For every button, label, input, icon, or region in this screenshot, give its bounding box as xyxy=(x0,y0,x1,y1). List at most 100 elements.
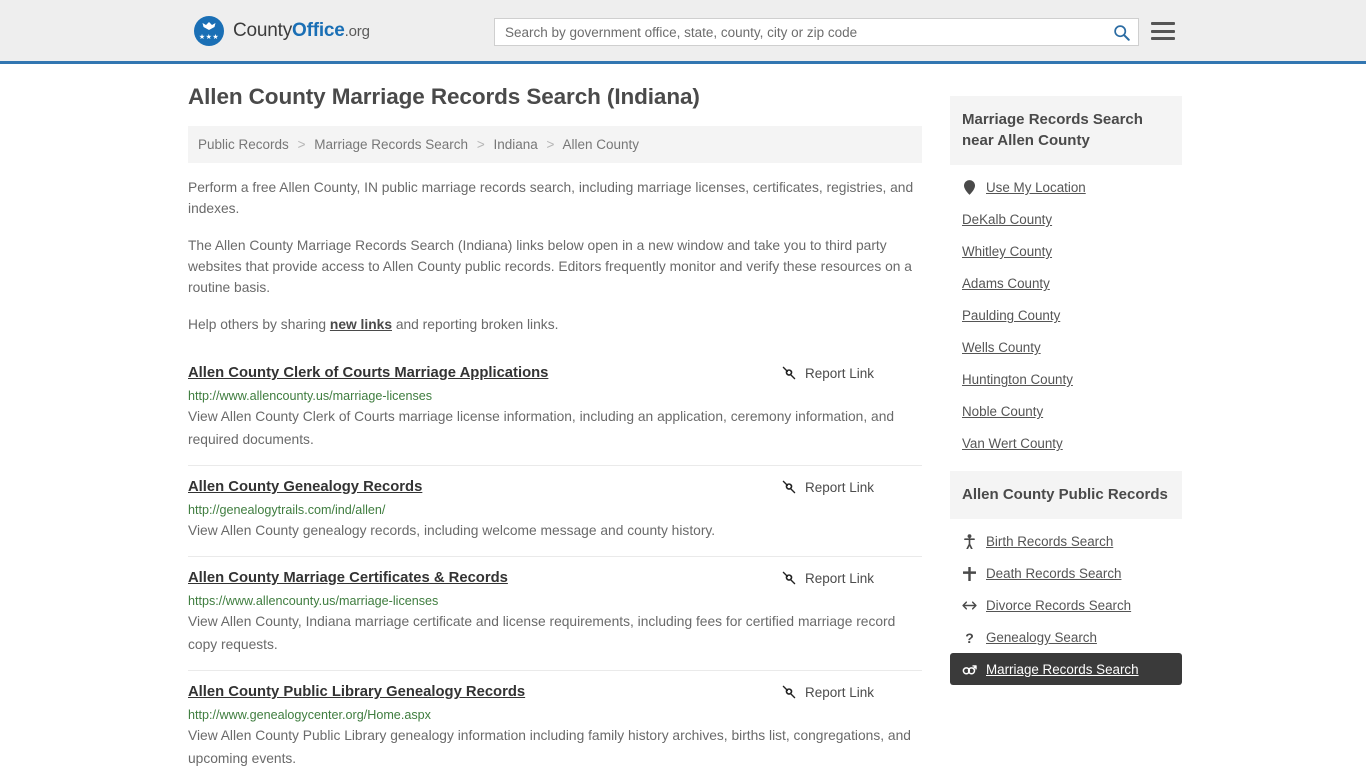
result-item: Allen County Marriage Certificates & Rec… xyxy=(188,557,922,671)
nearby-item-noble-county[interactable]: Noble County xyxy=(950,395,1182,427)
map-pin-icon xyxy=(964,180,975,195)
nearby-item-wells-county[interactable]: Wells County xyxy=(950,331,1182,363)
left-right-arrow-icon xyxy=(962,601,977,610)
breadcrumb: Public Records > Marriage Records Search… xyxy=(188,126,922,163)
intro-paragraph-1: Perform a free Allen County, IN public m… xyxy=(188,180,914,216)
result-description: View Allen County, Indiana marriage cert… xyxy=(188,614,896,652)
result-url: https://www.allencounty.us/marriage-lice… xyxy=(188,594,439,608)
result-header: Allen County Public Library Genealogy Re… xyxy=(188,683,922,702)
nearby-item-label: DeKalb County xyxy=(962,212,1053,227)
nearby-item-use-my-location[interactable]: Use My Location xyxy=(950,171,1182,203)
map-pin-icon xyxy=(962,180,977,195)
report-link-button[interactable]: Report Link xyxy=(781,570,874,586)
broken-link-icon xyxy=(782,480,796,494)
cross-icon xyxy=(962,566,977,581)
nearby-item-label: Van Wert County xyxy=(962,436,1063,451)
nearby-item-van-wert-county[interactable]: Van Wert County xyxy=(950,427,1182,459)
nearby-item-label: Noble County xyxy=(962,404,1044,419)
public-record-item-death-records-search[interactable]: Death Records Search xyxy=(950,557,1182,589)
public-record-item-label: Marriage Records Search xyxy=(986,662,1139,677)
hamburger-bar xyxy=(1151,22,1175,25)
nearby-item-label: Huntington County xyxy=(962,372,1073,387)
nearby-item-label: Use My Location xyxy=(986,180,1086,195)
main-content: Allen County Marriage Records Search (In… xyxy=(188,84,922,768)
content-container: Allen County Marriage Records Search (In… xyxy=(188,64,1182,768)
eagle-shield-logo-icon: ★★★ xyxy=(194,15,224,46)
new-links-link[interactable]: new links xyxy=(330,317,392,332)
page-body: Allen County Marriage Records Search (In… xyxy=(0,64,1366,768)
question-mark-icon: ? xyxy=(962,631,977,645)
nearby-item-huntington-county[interactable]: Huntington County xyxy=(950,363,1182,395)
breadcrumb-item-marriage-records-search[interactable]: Marriage Records Search xyxy=(314,137,468,152)
intro-paragraph-2: The Allen County Marriage Records Search… xyxy=(188,238,912,295)
search-bar xyxy=(494,18,1139,46)
nearby-panel-heading: Marriage Records Search near Allen Count… xyxy=(950,96,1182,165)
public-record-item-label: Genealogy Search xyxy=(986,630,1097,645)
brand-part2: Office xyxy=(292,19,345,41)
help-paragraph: Help others by sharing new links and rep… xyxy=(188,314,922,335)
broken-link-icon xyxy=(782,366,796,380)
result-title-link[interactable]: Allen County Public Library Genealogy Re… xyxy=(188,683,525,702)
nearby-item-dekalb-county[interactable]: DeKalb County xyxy=(950,203,1182,235)
report-link-label: Report Link xyxy=(804,365,874,381)
hamburger-menu-icon[interactable] xyxy=(1151,20,1175,42)
site-logo-link[interactable]: ★★★ CountyOffice.org xyxy=(194,15,370,46)
result-header: Allen County Clerk of Courts Marriage Ap… xyxy=(188,364,922,383)
nearby-item-whitley-county[interactable]: Whitley County xyxy=(950,235,1182,267)
public-record-item-label: Birth Records Search xyxy=(986,534,1114,549)
baby-icon xyxy=(962,534,977,549)
interlocked-gender-symbols-icon xyxy=(962,663,977,676)
public-record-item-label: Death Records Search xyxy=(986,566,1122,581)
breadcrumb-separator: > xyxy=(546,137,555,152)
result-title-link[interactable]: Allen County Marriage Certificates & Rec… xyxy=(188,569,508,588)
report-link-button[interactable]: Report Link xyxy=(781,365,874,381)
site-header: ★★★ CountyOffice.org xyxy=(0,0,1366,64)
report-link-label: Report Link xyxy=(804,479,874,495)
brand-tld: .org xyxy=(344,22,370,40)
search-input[interactable] xyxy=(495,19,1104,45)
result-description: View Allen County genealogy records, inc… xyxy=(188,523,716,538)
sidebar: Marriage Records Search near Allen Count… xyxy=(950,84,1182,768)
breadcrumb-item-indiana[interactable]: Indiana xyxy=(493,137,537,152)
left-right-arrow-icon xyxy=(962,600,977,611)
result-url: http://genealogytrails.com/ind/allen/ xyxy=(188,503,386,517)
search-button[interactable] xyxy=(1104,19,1138,45)
result-description: View Allen County Public Library genealo… xyxy=(188,728,911,766)
site-logo-text: CountyOffice.org xyxy=(233,20,370,42)
nearby-list: Use My Location DeKalb County Whitley Coun… xyxy=(950,165,1182,459)
breadcrumb-item-public-records[interactable]: Public Records xyxy=(198,137,289,152)
breadcrumb-separator: > xyxy=(297,137,306,152)
logo-stars: ★★★ xyxy=(198,33,220,41)
nearby-item-label: Adams County xyxy=(962,276,1050,291)
public-record-item-birth-records-search[interactable]: Birth Records Search xyxy=(950,525,1182,557)
interlocked-gender-symbols-icon xyxy=(962,665,977,675)
result-header: Allen County Genealogy Records Report Lin… xyxy=(188,478,922,497)
results-list: Allen County Clerk of Courts Marriage Ap… xyxy=(188,351,922,768)
result-item: Allen County Clerk of Courts Marriage Ap… xyxy=(188,351,922,466)
public-record-item-divorce-records-search[interactable]: Divorce Records Search xyxy=(950,589,1182,621)
brand-part1: County xyxy=(233,19,293,41)
cross-icon xyxy=(963,566,976,581)
result-header: Allen County Marriage Certificates & Rec… xyxy=(188,569,922,588)
help-prefix: Help others by sharing xyxy=(188,317,330,332)
nearby-item-label: Paulding County xyxy=(962,308,1061,323)
public-record-item-marriage-records-search[interactable]: Marriage Records Search xyxy=(950,653,1182,685)
result-description: View Allen County Clerk of Courts marria… xyxy=(188,409,895,447)
nearby-item-adams-county[interactable]: Adams County xyxy=(950,267,1182,299)
breadcrumb-separator: > xyxy=(476,137,485,152)
report-link-button[interactable]: Report Link xyxy=(781,684,874,700)
baby-icon xyxy=(964,534,975,549)
nearby-item-paulding-county[interactable]: Paulding County xyxy=(950,299,1182,331)
report-link-label: Report Link xyxy=(804,570,874,586)
breadcrumb-item-allen-county[interactable]: Allen County xyxy=(562,137,639,152)
search-icon xyxy=(1113,24,1130,41)
hamburger-bar xyxy=(1151,37,1175,40)
question-mark-icon: ? xyxy=(965,629,974,646)
page-title: Allen County Marriage Records Search (In… xyxy=(188,84,700,109)
report-link-button[interactable]: Report Link xyxy=(781,479,874,495)
broken-link-icon xyxy=(782,685,796,699)
result-item: Allen County Public Library Genealogy Re… xyxy=(188,671,922,768)
result-title-link[interactable]: Allen County Clerk of Courts Marriage Ap… xyxy=(188,364,548,383)
public-record-item-genealogy-search[interactable]: ? Genealogy Search xyxy=(950,621,1182,653)
result-title-link[interactable]: Allen County Genealogy Records xyxy=(188,478,422,497)
